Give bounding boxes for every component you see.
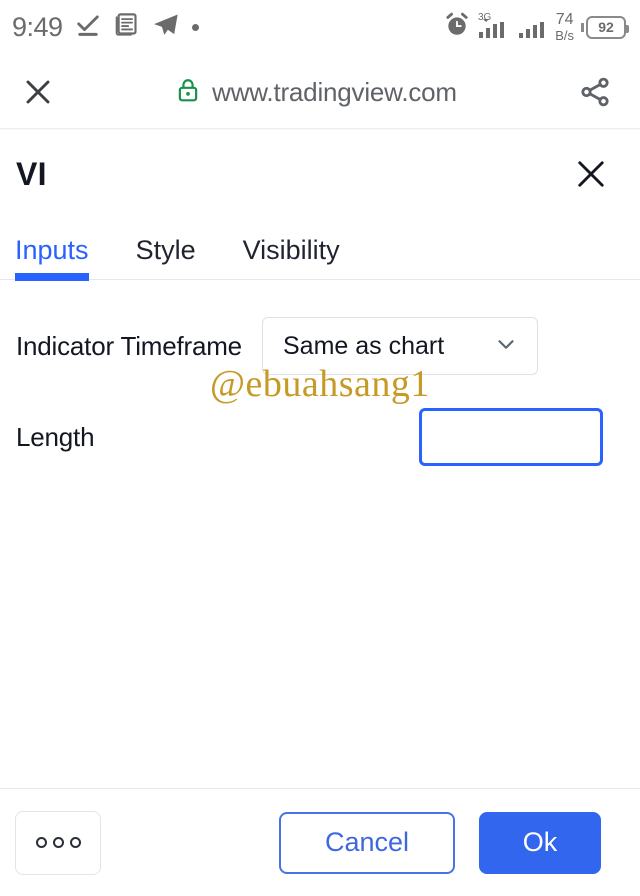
- alarm-clock-icon: [444, 12, 470, 43]
- indicator-settings-dialog: VI Inputs Style Visibility Indicator Tim…: [0, 130, 640, 896]
- share-button[interactable]: [572, 69, 618, 115]
- battery-percent: 92: [598, 19, 614, 35]
- dialog-footer-actions: Cancel Ok: [279, 811, 601, 874]
- field-length: Length: [0, 399, 640, 475]
- tab-inputs[interactable]: Inputs: [15, 235, 89, 281]
- tab-visibility[interactable]: Visibility: [243, 235, 340, 280]
- dialog-header: VI: [0, 130, 640, 218]
- battery-indicator: 92: [581, 15, 629, 39]
- browser-close-button[interactable]: [16, 70, 60, 114]
- dialog-footer: Cancel Ok: [0, 788, 640, 896]
- status-bar: 9:49 3G 74 B/s 92: [0, 0, 640, 54]
- status-bar-left: 9:49: [12, 11, 199, 44]
- dialog-close-button[interactable]: [568, 151, 614, 197]
- indicator-timeframe-label: Indicator Timeframe: [16, 330, 242, 361]
- svg-text:3G: 3G: [478, 12, 492, 23]
- checkmark-underline-icon: [74, 11, 102, 44]
- tab-visibility-label: Visibility: [242, 235, 340, 265]
- tab-style-label: Style: [135, 235, 196, 265]
- battery-charge-tick: [581, 22, 584, 32]
- status-bar-right: 3G 74 B/s 92: [444, 10, 629, 45]
- length-input[interactable]: [419, 408, 603, 466]
- cancel-button[interactable]: Cancel: [279, 811, 455, 874]
- dialog-tabs: Inputs Style Visibility: [0, 218, 640, 281]
- more-dot-icon: [52, 837, 64, 848]
- network-speed-value: 74: [555, 11, 574, 28]
- tab-inputs-label: Inputs: [15, 235, 89, 265]
- telegram-icon: [151, 11, 181, 44]
- secure-lock-icon: [175, 77, 201, 108]
- dialog-body: Indicator Timeframe Same as chart Length…: [0, 280, 640, 788]
- more-dot-icon: [69, 837, 81, 848]
- signal-bars-3g-icon: 3G: [477, 10, 511, 45]
- tab-style[interactable]: Style: [136, 235, 196, 280]
- url-bar[interactable]: www.tradingview.com: [60, 77, 572, 108]
- battery-icon: 92: [586, 15, 629, 39]
- chevron-down-icon: [493, 331, 519, 362]
- ok-button[interactable]: Ok: [479, 811, 601, 874]
- close-icon: [26, 80, 50, 104]
- status-clock: 9:49: [12, 11, 63, 42]
- signal-bars-secondary-icon: [518, 10, 548, 45]
- dot-indicator: [191, 23, 199, 31]
- watermark-text: @ebuahsang1: [210, 363, 430, 405]
- indicator-timeframe-value: Same as chart: [283, 331, 445, 360]
- network-speed-indicator: 74 B/s: [555, 11, 574, 43]
- share-icon: [581, 77, 609, 107]
- dialog-title: VI: [16, 155, 47, 192]
- network-speed-unit: B/s: [555, 28, 574, 43]
- url-text: www.tradingview.com: [212, 76, 457, 107]
- more-dot-icon: [35, 837, 47, 848]
- news-document-icon: [113, 11, 140, 43]
- length-label: Length: [16, 421, 95, 452]
- close-icon: [578, 161, 604, 187]
- more-options-button[interactable]: [15, 810, 101, 875]
- browser-toolbar: www.tradingview.com: [0, 54, 640, 130]
